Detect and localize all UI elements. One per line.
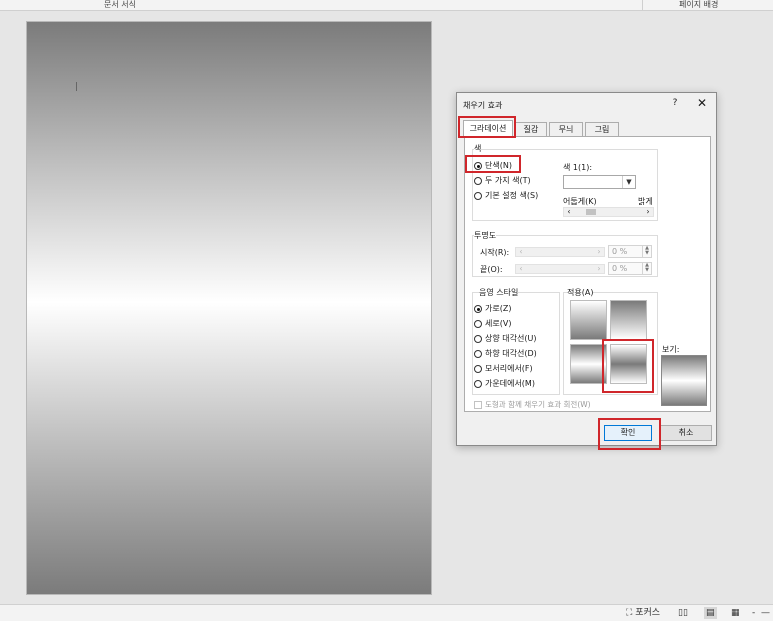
variant-1[interactable] xyxy=(570,300,607,340)
status-bar: ⛶ 포커스 ▯▯ ▤ ▦ - — xyxy=(0,604,773,621)
radio-label: 가로(Z) xyxy=(485,304,512,313)
slider-thumb[interactable] xyxy=(586,209,596,215)
rotate-with-shape-checkbox[interactable]: 도형과 함께 채우기 효과 회전(W) xyxy=(474,399,591,410)
radio-label: 두 가지 색(T) xyxy=(485,176,531,185)
scroll-right-icon: › xyxy=(597,247,601,256)
web-icon[interactable]: ▦ xyxy=(731,607,740,619)
checkbox-box xyxy=(474,400,482,409)
focus-icon: ⛶ xyxy=(626,608,633,618)
radio-label: 가운데에서(M) xyxy=(485,379,535,388)
tab-texture[interactable]: 질감 xyxy=(515,122,547,137)
gradient-tab-panel: 색 단색(N) 두 가지 색(T) 기본 설정 색(S) 색 1(1): ▼ 어… xyxy=(464,136,711,412)
light-label: 밝게 xyxy=(638,197,653,206)
radio-diagonal-up[interactable]: 상향 대각선(U) xyxy=(474,334,536,344)
radio-dot xyxy=(474,192,482,200)
focus-label: 포커스 xyxy=(635,608,661,618)
color1-label: 색 1(1): xyxy=(563,163,593,172)
variant-2[interactable] xyxy=(610,300,647,340)
radio-label: 하향 대각선(D) xyxy=(485,349,537,358)
shading-styles-label: 음영 스타일 xyxy=(479,287,519,298)
from-transparency-spinner[interactable]: 0 % ▲ ▼ xyxy=(608,245,652,258)
radio-dot xyxy=(474,335,482,343)
variant-3[interactable] xyxy=(570,344,607,384)
tab-picture[interactable]: 그림 xyxy=(585,122,619,137)
radio-dot xyxy=(474,162,482,170)
radio-label: 모서리에서(F) xyxy=(485,364,533,373)
radio-dot xyxy=(474,320,482,328)
from-transparency-value: 0 % xyxy=(612,247,628,256)
radio-horizontal[interactable]: 가로(Z) xyxy=(474,304,511,314)
dialog-title: 채우기 효과 xyxy=(463,101,503,110)
ribbon-strip: 문서 서식 페이지 배경 xyxy=(0,0,773,11)
spinner-arrows-icon[interactable]: ▲ ▼ xyxy=(642,246,651,257)
radio-dot xyxy=(474,305,482,313)
radio-diagonal-down[interactable]: 하향 대각선(D) xyxy=(474,349,537,359)
variants-label: 적용(A) xyxy=(567,287,594,298)
radio-label: 세로(V) xyxy=(485,319,512,328)
preview-sample xyxy=(661,355,707,406)
scroll-right-icon[interactable]: › xyxy=(644,208,652,216)
document-page[interactable] xyxy=(26,21,432,595)
to-transparency-spinner[interactable]: 0 % ▲ ▼ xyxy=(608,262,652,275)
to-transparency-value: 0 % xyxy=(612,264,628,273)
help-button[interactable]: ? xyxy=(669,98,681,108)
zoom-slider[interactable]: — xyxy=(761,607,770,619)
cancel-button[interactable]: 취소 xyxy=(660,425,712,441)
radio-vertical[interactable]: 세로(V) xyxy=(474,319,511,329)
color-section-label: 색 xyxy=(474,143,482,154)
radio-from-center[interactable]: 가운데에서(M) xyxy=(474,379,535,389)
to-label: 끝(O): xyxy=(480,265,503,274)
radio-preset-colors[interactable]: 기본 설정 색(S) xyxy=(474,191,538,201)
radio-label: 기본 설정 색(S) xyxy=(485,191,539,200)
radio-dot xyxy=(474,365,482,373)
radio-dot xyxy=(474,380,482,388)
transparency-label: 투명도 xyxy=(474,230,497,241)
shade-slider[interactable]: ‹ › xyxy=(563,207,654,217)
radio-label: 단색(N) xyxy=(485,161,512,170)
scroll-left-icon: ‹ xyxy=(519,247,523,256)
radio-two-colors[interactable]: 두 가지 색(T) xyxy=(474,176,531,186)
radio-from-corner[interactable]: 모서리에서(F) xyxy=(474,364,533,374)
color1-dropdown[interactable]: ▼ xyxy=(563,175,636,189)
close-icon[interactable]: ✕ xyxy=(695,96,709,110)
radio-label: 상향 대각선(U) xyxy=(485,334,537,343)
to-transparency-slider[interactable]: ‹ › xyxy=(515,264,605,274)
zoom-out-button[interactable]: - xyxy=(752,607,755,619)
spinner-arrows-icon[interactable]: ▲ ▼ xyxy=(642,263,651,274)
focus-mode-button[interactable]: ⛶ 포커스 xyxy=(626,607,660,619)
book-icon[interactable]: ▯▯ xyxy=(678,607,688,619)
scroll-right-icon: › xyxy=(597,264,601,273)
radio-dot xyxy=(474,350,482,358)
ribbon-group-document-format[interactable]: 문서 서식 xyxy=(104,0,136,9)
fill-effects-dialog: 채우기 효과 ? ✕ 그라데이션 질감 무늬 그림 색 단색(N) 두 가지 색… xyxy=(456,92,717,446)
ribbon-group-page-background[interactable]: 페이지 배경 xyxy=(679,0,718,9)
page-icon[interactable]: ▤ xyxy=(704,607,717,619)
checkbox-label: 도형과 함께 채우기 효과 회전(W) xyxy=(485,400,591,409)
tab-gradient[interactable]: 그라데이션 xyxy=(463,120,513,137)
preview-label: 보기: xyxy=(662,345,680,354)
ok-button[interactable]: 확인 xyxy=(604,425,652,441)
ribbon-separator xyxy=(642,0,643,10)
text-cursor xyxy=(76,82,77,91)
radio-dot xyxy=(474,177,482,185)
variant-4-selected[interactable] xyxy=(610,344,647,384)
tab-pattern[interactable]: 무늬 xyxy=(549,122,583,137)
scroll-left-icon: ‹ xyxy=(519,264,523,273)
dark-label: 어둡게(K) xyxy=(563,197,597,206)
from-label: 시작(R): xyxy=(480,248,510,257)
chevron-down-icon: ▼ xyxy=(622,176,635,188)
from-transparency-slider[interactable]: ‹ › xyxy=(515,247,605,257)
scroll-left-icon[interactable]: ‹ xyxy=(565,208,573,216)
radio-one-color[interactable]: 단색(N) xyxy=(474,161,512,171)
